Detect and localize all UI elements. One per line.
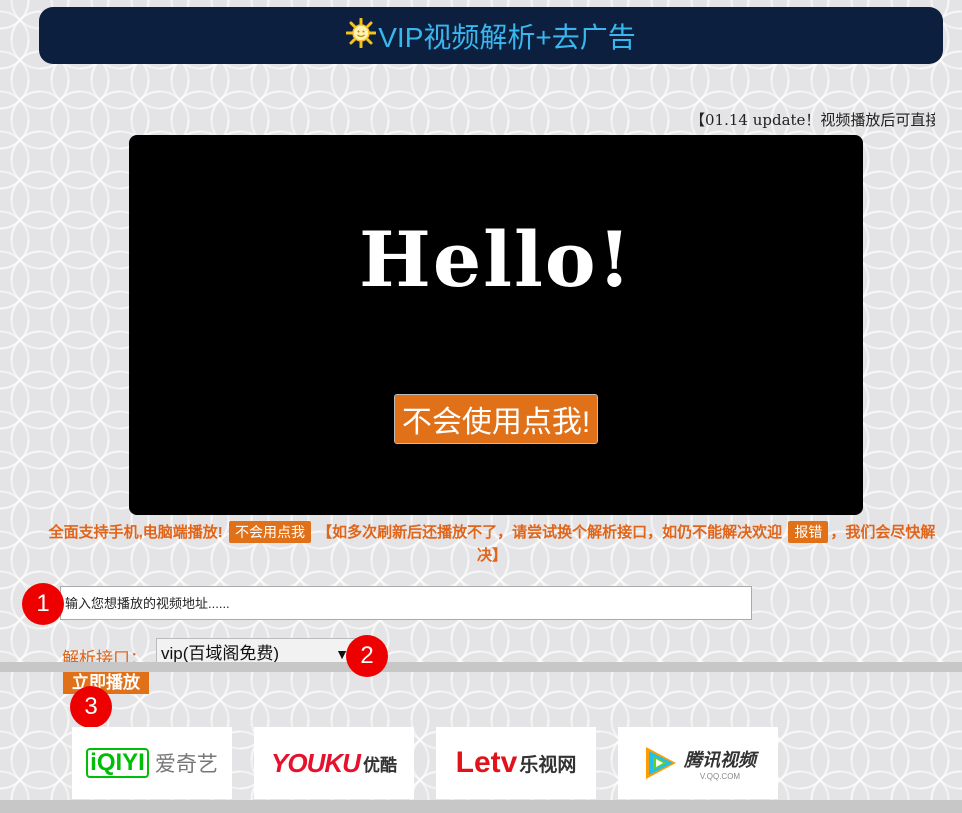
- step-badge-3: 3: [70, 686, 112, 728]
- platform-youku[interactable]: YOUKU 优酷: [254, 727, 414, 799]
- platform-iqiyi[interactable]: iQIYI 爱奇艺: [72, 727, 232, 799]
- player-hello-text: Hello!: [359, 215, 633, 304]
- divider-band: [0, 662, 962, 672]
- tencent-logo-text: 腾讯视频 V.QQ.COM: [684, 749, 756, 781]
- platform-tencent[interactable]: 腾讯视频 V.QQ.COM: [618, 727, 778, 799]
- step-badge-2: 2: [346, 635, 388, 677]
- video-url-input[interactable]: 输入您想播放的视频地址......: [60, 586, 752, 620]
- url-placeholder: 输入您想播放的视频地址......: [65, 596, 230, 611]
- sun-icon: [346, 17, 377, 48]
- marquee-text: 【01.14 update！视频播放后可直接全屏观看，: [690, 111, 935, 129]
- header-bar: VIP视频解析+去广告: [39, 7, 943, 64]
- help-button[interactable]: 不会使用点我!: [394, 394, 598, 444]
- platform-letv[interactable]: Letv 乐视网: [436, 727, 596, 799]
- iqiyi-logo: iQIYI 爱奇艺: [86, 748, 218, 778]
- notice-text: 全面支持手机,电脑端播放! 不会用点我 【如多次刷新后还播放不了，请尝试换个解析…: [44, 521, 940, 567]
- notice-part2: 【如多次刷新后还播放不了，请尝试换个解析接口，如仍不能解决欢迎: [317, 524, 783, 541]
- youku-logo: YOUKU 优酷: [271, 747, 397, 778]
- page-title: VIP视频解析+去广告: [378, 21, 636, 53]
- notice-part1: 全面支持手机,电脑端播放!: [48, 524, 223, 541]
- video-player[interactable]: Hello! 不会使用点我!: [129, 135, 863, 515]
- howto-button[interactable]: 不会用点我: [228, 521, 311, 543]
- step-badge-1: 1: [22, 583, 64, 625]
- letv-logo: Letv 乐视网: [455, 746, 577, 779]
- bottom-band: [0, 800, 962, 813]
- update-marquee: 【01.14 update！视频播放后可直接全屏观看，: [690, 109, 935, 131]
- report-error-button[interactable]: 报错: [788, 521, 829, 543]
- tencent-video-icon: [646, 747, 676, 779]
- api-selected-value: vip(百域阁免费): [161, 644, 280, 663]
